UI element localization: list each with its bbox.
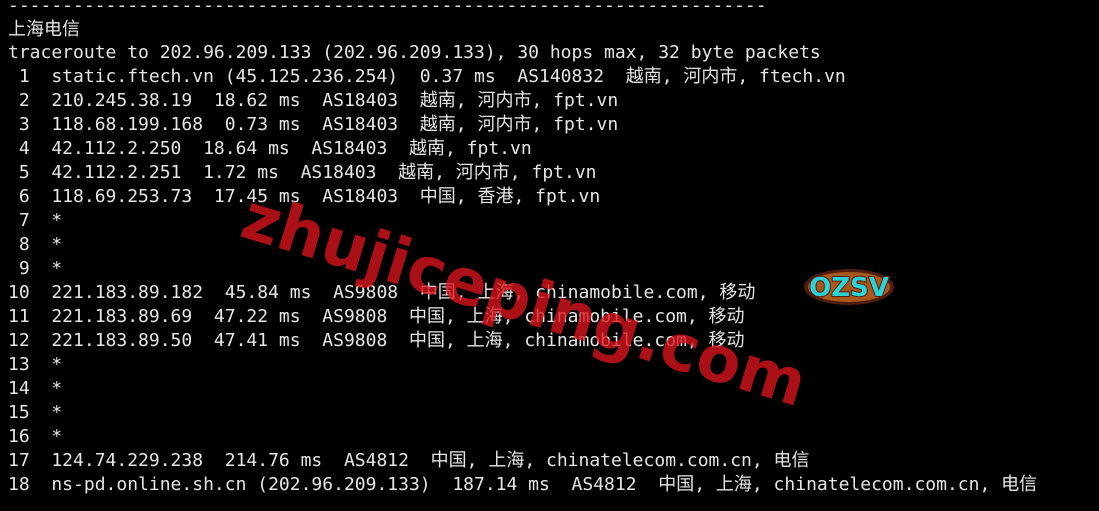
hop-row: 7 *	[8, 210, 63, 231]
hop-row: 16 *	[8, 426, 63, 447]
hop-row: 4 42.112.2.250 18.64 ms AS18403 越南, fpt.…	[8, 138, 532, 159]
section-heading: 上海电信	[8, 19, 80, 40]
hop-row: 6 118.69.253.73 17.45 ms AS18403 中国, 香港,…	[8, 186, 601, 207]
hop-row: 12 221.183.89.50 47.41 ms AS9808 中国, 上海,…	[8, 330, 745, 351]
hop-row: 2 210.245.38.19 18.62 ms AS18403 越南, 河内市…	[8, 90, 619, 111]
hop-row: 10 221.183.89.182 45.84 ms AS9808 中国, 上海…	[8, 282, 756, 303]
hop-row: 9 *	[8, 258, 63, 279]
hop-row: 14 *	[8, 378, 63, 399]
hop-row: 5 42.112.2.251 1.72 ms AS18403 越南, 河内市, …	[8, 162, 597, 183]
separator-line: ----------------------------------------…	[8, 0, 767, 16]
hop-row: 11 221.183.89.69 47.22 ms AS9808 中国, 上海,…	[8, 306, 745, 327]
traceroute-command: traceroute to 202.96.209.133 (202.96.209…	[8, 42, 821, 63]
hop-row: 15 *	[8, 402, 63, 423]
hop-row: 3 118.68.199.168 0.73 ms AS18403 越南, 河内市…	[8, 114, 619, 135]
terminal-window: ----------------------------------------…	[0, 0, 1099, 511]
hop-row: 8 *	[8, 234, 63, 255]
hop-row: 17 124.74.229.238 214.76 ms AS4812 中国, 上…	[8, 450, 810, 471]
hop-row: 18 ns-pd.online.sh.cn (202.96.209.133) 1…	[8, 474, 1038, 495]
hop-row: 13 *	[8, 354, 63, 375]
hop-row: 1 static.ftech.vn (45.125.236.254) 0.37 …	[8, 66, 846, 87]
